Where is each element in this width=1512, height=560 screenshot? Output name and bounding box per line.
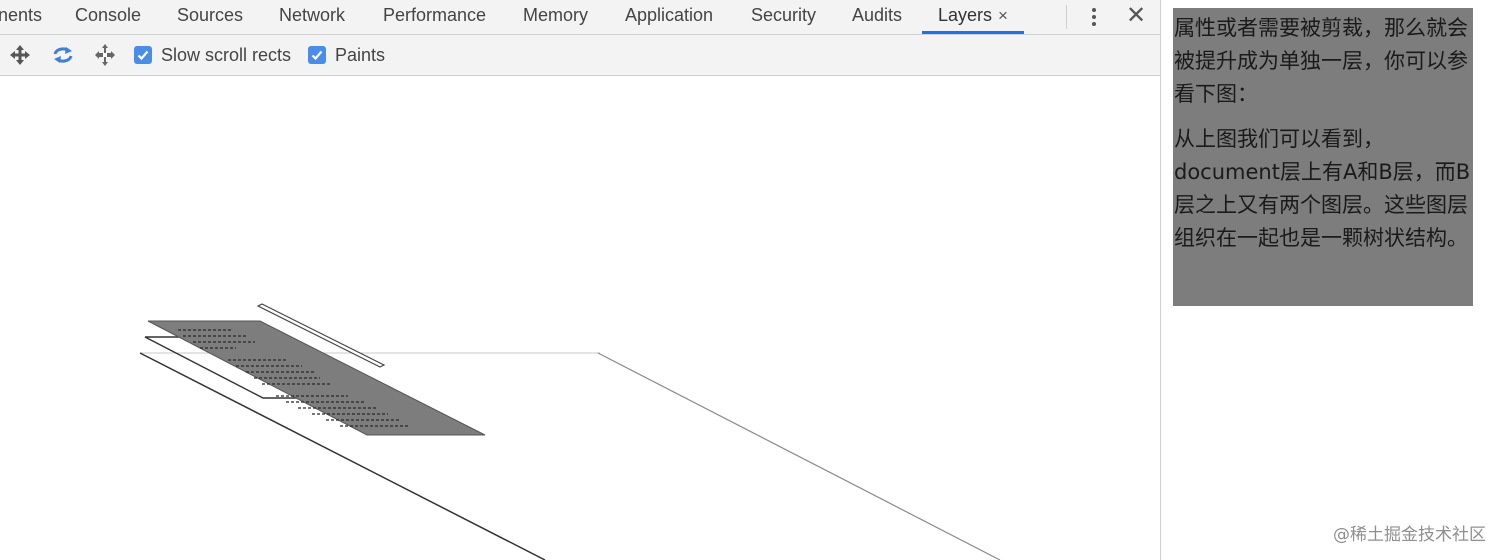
- devtools-tab-bar: nents Console Sources Network Performanc…: [0, 0, 1160, 35]
- paragraph-1: 属性或者需要被剪裁，那么就会被提升成为单独一层，你可以参看下图：: [1174, 16, 1468, 106]
- tab-network[interactable]: Network: [279, 0, 345, 34]
- tab-security[interactable]: Security: [751, 0, 816, 34]
- move-icon[interactable]: [92, 43, 118, 67]
- layer-b: [147, 320, 486, 436]
- tab-label: Performance: [383, 5, 487, 25]
- layers-toolbar: Slow scroll rects Paints: [0, 35, 1160, 76]
- more-options-icon[interactable]: [1086, 4, 1102, 30]
- tab-label: Layers: [938, 5, 993, 25]
- tab-audits[interactable]: Audits: [852, 0, 902, 34]
- tab-sources[interactable]: Sources: [177, 0, 243, 34]
- paragraph-2: 从上图我们可以看到，document层上有A和B层，而B层之上又有两个图层。这些…: [1174, 127, 1471, 250]
- watermark: @稀土掘金技术社区: [1333, 525, 1486, 545]
- tab-label: nents: [0, 5, 43, 25]
- tab-memory[interactable]: Memory: [523, 0, 588, 34]
- tab-label: Memory: [523, 5, 589, 25]
- slow-scroll-rects-checkbox[interactable]: [134, 46, 152, 64]
- devtools-panel: nents Console Sources Network Performanc…: [0, 0, 1161, 560]
- tab-application[interactable]: Application: [625, 0, 713, 34]
- rotate-icon[interactable]: [50, 43, 76, 67]
- promoted-layer-text-box: 属性或者需要被剪裁，那么就会被提升成为单独一层，你可以参看下图： 从上图我们可以…: [1173, 8, 1473, 306]
- close-devtools-icon[interactable]: ✕: [1124, 2, 1148, 30]
- paints-checkbox[interactable]: [308, 46, 326, 64]
- tab-close-icon[interactable]: ×: [998, 1, 1008, 31]
- slow-scroll-rects-label: Slow scroll rects: [161, 45, 292, 65]
- paints-label: Paints: [335, 45, 386, 65]
- layers-3d-viewport[interactable]: [0, 76, 1160, 560]
- tab-console[interactable]: Console: [75, 0, 141, 34]
- tab-layers[interactable]: Layers ×: [922, 0, 1024, 34]
- page-content: 属性或者需要被剪裁，那么就会被提升成为单独一层，你可以参看下图： 从上图我们可以…: [1161, 0, 1512, 560]
- tab-label: Application: [625, 5, 714, 25]
- tab-label: Console: [75, 5, 142, 25]
- tab-label: Sources: [177, 5, 244, 25]
- layers-3d-view: [139, 303, 1001, 560]
- pan-icon[interactable]: [7, 43, 33, 67]
- toolbar-divider: [1066, 5, 1067, 29]
- tab-performance[interactable]: Performance: [383, 0, 486, 34]
- tab-label: Security: [751, 5, 817, 25]
- tab-label: Audits: [852, 5, 903, 25]
- tab-label: Network: [279, 5, 346, 25]
- tab-elements[interactable]: nents: [0, 0, 42, 34]
